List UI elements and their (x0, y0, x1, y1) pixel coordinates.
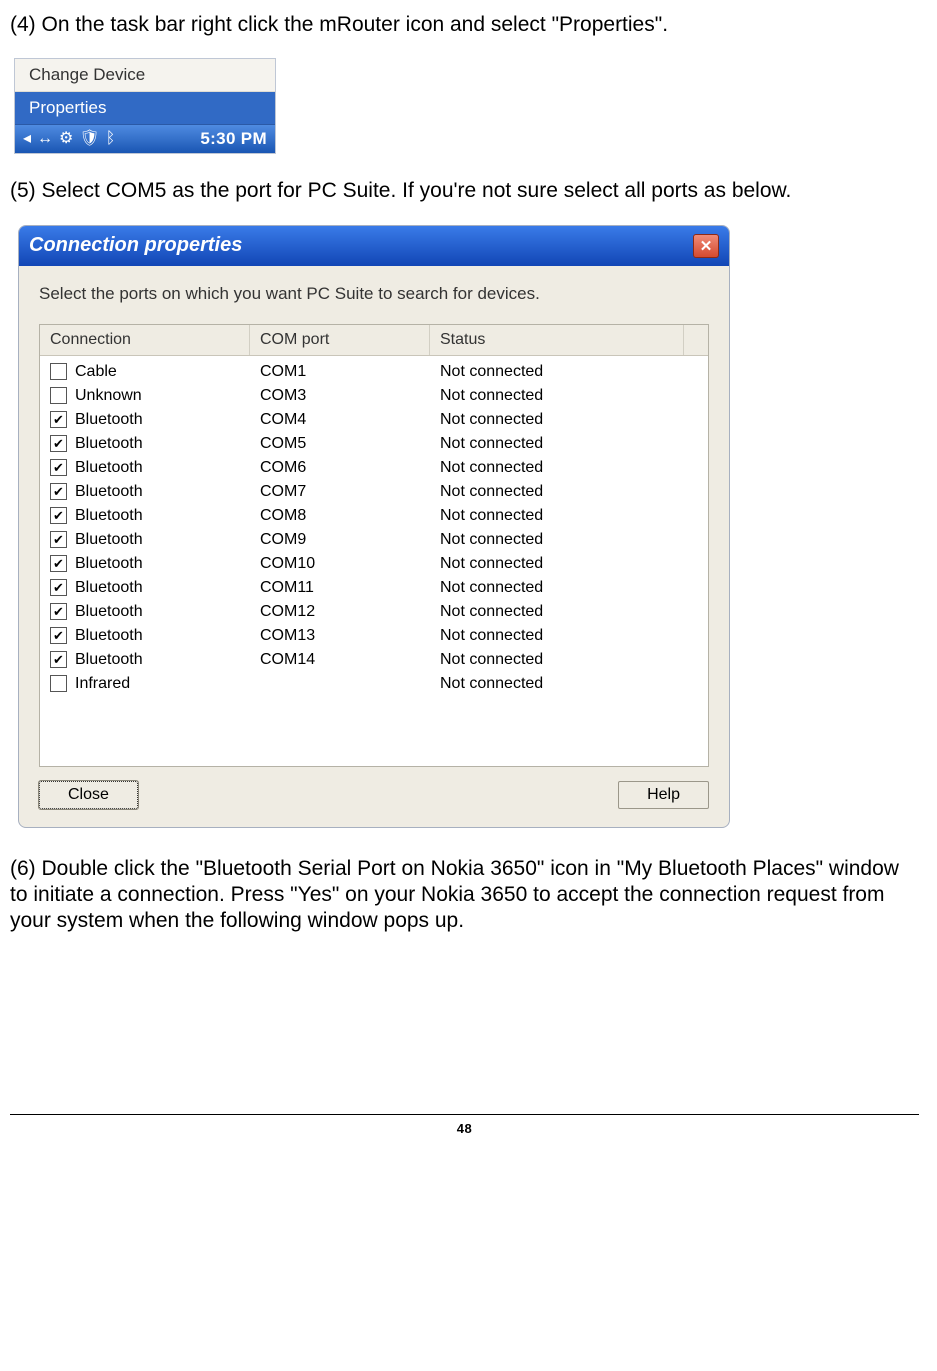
row-com-port: COM5 (250, 432, 430, 456)
row-checkbox[interactable]: ✔ (50, 483, 67, 500)
row-com-port: COM4 (250, 408, 430, 432)
row-connection: Bluetooth (75, 579, 143, 597)
row-connection: Unknown (75, 387, 142, 405)
col-com-port[interactable]: COM port (250, 325, 430, 355)
table-row[interactable]: ✔ Bluetooth COM10Not connected (40, 552, 708, 576)
table-header: Connection COM port Status (40, 325, 708, 356)
dialog-instruction: Select the ports on which you want PC Su… (39, 284, 709, 304)
menu-item-properties[interactable]: Properties (15, 92, 275, 125)
col-status[interactable]: Status (430, 325, 684, 355)
row-com-port: COM7 (250, 480, 430, 504)
row-connection: Bluetooth (75, 507, 143, 525)
row-checkbox[interactable]: ✔ (50, 507, 67, 524)
page-number: 48 (10, 1121, 919, 1136)
row-checkbox[interactable]: ✔ (50, 651, 67, 668)
tray-clock: 5:30 PM (200, 129, 267, 149)
row-com-port: COM8 (250, 504, 430, 528)
dialog-title-text: Connection properties (29, 234, 242, 257)
row-connection: Bluetooth (75, 531, 143, 549)
row-checkbox[interactable]: ✔ (50, 531, 67, 548)
row-status: Not connected (430, 480, 684, 504)
row-connection: Cable (75, 363, 117, 381)
bluetooth-icon[interactable]: ᛒ (106, 131, 116, 147)
row-com-port: COM9 (250, 528, 430, 552)
row-connection: Bluetooth (75, 435, 143, 453)
row-connection: Bluetooth (75, 651, 143, 669)
row-checkbox[interactable]: ✔ (50, 579, 67, 596)
table-row[interactable]: ✔ Bluetooth COM14Not connected (40, 648, 708, 672)
step-4-text: (4) On the task bar right click the mRou… (10, 12, 919, 38)
row-com-port: COM3 (250, 384, 430, 408)
tray-divider-icon: ◂ (23, 131, 31, 147)
menu-item-change-device[interactable]: Change Device (15, 59, 275, 92)
ports-table: Connection COM port Status ✔CableCOM1Not… (39, 324, 709, 767)
row-status: Not connected (430, 384, 684, 408)
table-row[interactable]: ✔ Bluetooth COM11Not connected (40, 576, 708, 600)
connection-properties-dialog: Connection properties ✕ Select the ports… (18, 225, 730, 828)
row-com-port: COM12 (250, 600, 430, 624)
row-status: Not connected (430, 432, 684, 456)
step-5-text: (5) Select COM5 as the port for PC Suite… (10, 178, 919, 204)
row-checkbox[interactable]: ✔ (50, 627, 67, 644)
row-com-port: COM14 (250, 648, 430, 672)
mrouter-icon[interactable]: ⚙ (59, 131, 73, 147)
col-connection[interactable]: Connection (40, 325, 250, 355)
row-status: Not connected (430, 648, 684, 672)
row-status: Not connected (430, 672, 684, 696)
table-row[interactable]: ✔ Bluetooth COM13Not connected (40, 624, 708, 648)
row-checkbox[interactable]: ✔ (50, 411, 67, 428)
page-separator (10, 1114, 919, 1115)
network-icon[interactable]: ↔ (37, 131, 53, 147)
row-checkbox[interactable]: ✔ (50, 363, 67, 380)
row-checkbox[interactable]: ✔ (50, 603, 67, 620)
row-com-port (250, 681, 430, 687)
table-row[interactable]: ✔ Infrared Not connected (40, 672, 708, 696)
row-status: Not connected (430, 576, 684, 600)
help-button[interactable]: Help (618, 781, 709, 809)
table-row[interactable]: ✔ Bluetooth COM12Not connected (40, 600, 708, 624)
table-row[interactable]: ✔ Bluetooth COM5Not connected (40, 432, 708, 456)
row-checkbox[interactable]: ✔ (50, 387, 67, 404)
close-icon[interactable]: ✕ (693, 234, 719, 258)
row-com-port: COM11 (250, 576, 430, 600)
context-menu-screenshot: Change Device Properties ◂ ↔ ⚙ 🛡 ᛒ 5:30 … (14, 58, 276, 154)
table-row[interactable]: ✔ Bluetooth COM9Not connected (40, 528, 708, 552)
row-connection: Bluetooth (75, 603, 143, 621)
row-status: Not connected (430, 552, 684, 576)
row-connection: Bluetooth (75, 459, 143, 477)
row-connection: Bluetooth (75, 555, 143, 573)
row-com-port: COM10 (250, 552, 430, 576)
row-status: Not connected (430, 600, 684, 624)
row-checkbox[interactable]: ✔ (50, 459, 67, 476)
table-row[interactable]: ✔ Unknown COM3Not connected (40, 384, 708, 408)
row-status: Not connected (430, 456, 684, 480)
table-row[interactable]: ✔ Bluetooth COM8Not connected (40, 504, 708, 528)
row-checkbox[interactable]: ✔ (50, 435, 67, 452)
row-com-port: COM13 (250, 624, 430, 648)
row-status: Not connected (430, 624, 684, 648)
shield-icon[interactable]: 🛡 (79, 131, 99, 147)
row-status: Not connected (430, 528, 684, 552)
row-connection: Infrared (75, 675, 130, 693)
table-row[interactable]: ✔ Bluetooth COM7Not connected (40, 480, 708, 504)
row-com-port: COM6 (250, 456, 430, 480)
close-button[interactable]: Close (39, 781, 138, 809)
system-tray: ◂ ↔ ⚙ 🛡 ᛒ 5:30 PM (15, 125, 275, 153)
row-connection: Bluetooth (75, 627, 143, 645)
row-connection: Bluetooth (75, 411, 143, 429)
row-checkbox[interactable]: ✔ (50, 675, 67, 692)
row-connection: Bluetooth (75, 483, 143, 501)
table-row[interactable]: ✔ Bluetooth COM4Not connected (40, 408, 708, 432)
table-row[interactable]: ✔ Bluetooth COM6Not connected (40, 456, 708, 480)
row-status: Not connected (430, 408, 684, 432)
row-checkbox[interactable]: ✔ (50, 555, 67, 572)
row-com-port: COM1 (250, 360, 430, 384)
table-row[interactable]: ✔ Cable COM1Not connected (40, 360, 708, 384)
row-status: Not connected (430, 360, 684, 384)
row-status: Not connected (430, 504, 684, 528)
dialog-titlebar: Connection properties ✕ (19, 226, 729, 266)
step-6-text: (6) Double click the "Bluetooth Serial P… (10, 856, 919, 935)
